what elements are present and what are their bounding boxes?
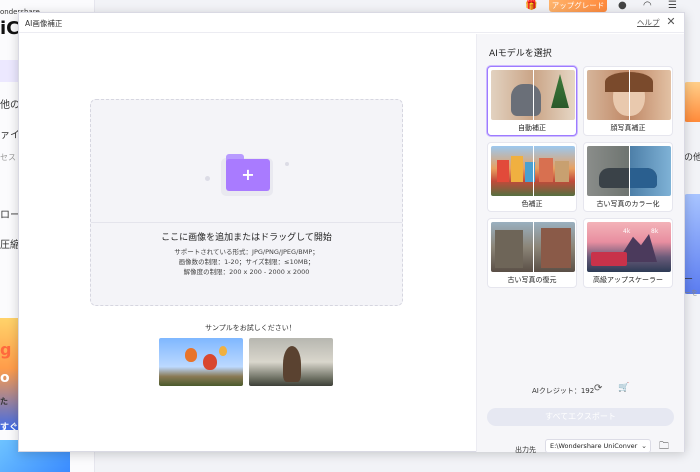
output-location-label: 出力先 bbox=[515, 446, 536, 454]
bg-banner-text: すぐ bbox=[0, 423, 19, 433]
tree-shape bbox=[551, 74, 569, 108]
model-label: 高級アップスケーラー bbox=[593, 276, 663, 284]
chevron-down-icon: ⌄ bbox=[641, 442, 647, 450]
model-card-old-photo-restore[interactable]: 古い写真の復元 bbox=[487, 218, 577, 288]
model-thumb bbox=[587, 70, 671, 120]
image-drop-zone[interactable]: + ここに画像を追加またはドラッグして開始 サポートされている形式：JPG/PN… bbox=[90, 99, 403, 306]
house-shape bbox=[497, 160, 509, 182]
bg-sidebar-item: ロー bbox=[0, 210, 20, 221]
bg-right-text: ーを bbox=[684, 289, 698, 297]
hut-shape bbox=[591, 252, 627, 266]
add-folder-icon[interactable]: + bbox=[199, 148, 295, 204]
gift-icon[interactable]: 🎁 bbox=[525, 0, 537, 12]
model-card-upscaler[interactable]: 4k 8k 高級アップスケーラー bbox=[583, 218, 673, 288]
headset-icon[interactable]: ◠ bbox=[643, 0, 652, 12]
model-label: 色補正 bbox=[521, 200, 543, 208]
house-shape bbox=[539, 158, 553, 182]
ai-credits-text: AIクレジット：192 bbox=[532, 387, 595, 395]
sample-image-balloons[interactable] bbox=[159, 338, 243, 386]
balloon-shape bbox=[219, 346, 227, 356]
output-path-value: E:\Wondershare UniConver bbox=[550, 442, 638, 450]
bg-sidebar-active-item bbox=[0, 60, 18, 82]
balloon-shape bbox=[203, 354, 217, 370]
bg-sidebar-item: 圧縮 bbox=[0, 240, 20, 251]
sparkle-icon bbox=[285, 162, 289, 166]
house-shape bbox=[555, 161, 569, 182]
dialog-titlebar: AI画像補正 ヘルプ ✕ bbox=[19, 13, 684, 33]
help-link[interactable]: ヘルプ bbox=[637, 17, 660, 28]
bg-sidebar-item: セス bbox=[0, 153, 16, 162]
model-label: 顔写真補正 bbox=[610, 124, 646, 132]
model-label: 自動補正 bbox=[518, 124, 546, 132]
supported-formats-text: サポートされている形式：JPG/PNG/JPEG/BMP； bbox=[174, 248, 319, 256]
bg-banner-text: た bbox=[0, 397, 8, 406]
cat-shape bbox=[511, 84, 541, 116]
compare-split-line bbox=[533, 222, 534, 272]
upscale-badge-8k: 8k bbox=[651, 228, 659, 235]
model-thumb bbox=[491, 70, 575, 120]
model-label: 古い写真のカラー化 bbox=[596, 200, 660, 208]
house-shape bbox=[511, 156, 523, 182]
model-card-face-enhance[interactable]: 顔写真補正 bbox=[583, 66, 673, 136]
bg-right-text: の他 bbox=[684, 153, 700, 163]
compare-split-line bbox=[629, 146, 630, 196]
bg-right-text: ー bbox=[684, 275, 694, 285]
ai-image-enhance-dialog: AI画像補正 ヘルプ ✕ + ここに画像を追加またはドラッグして開始 サポートさ… bbox=[18, 12, 685, 454]
compare-split-line bbox=[533, 146, 534, 196]
menu-icon[interactable]: ☰ bbox=[668, 0, 677, 12]
model-card-colorize[interactable]: 古い写真のカラー化 bbox=[583, 142, 673, 212]
model-thumb bbox=[587, 146, 671, 196]
model-card-color-correction[interactable]: 色補正 bbox=[487, 142, 577, 212]
model-thumb: 4k 8k bbox=[587, 222, 671, 272]
plus-icon: + bbox=[241, 165, 255, 184]
bg-sidebar-item: 他の bbox=[0, 100, 20, 111]
model-label: 古い写真の復元 bbox=[507, 276, 557, 284]
balloon-shape bbox=[185, 348, 197, 362]
open-folder-icon[interactable]: 🗀 bbox=[659, 439, 669, 456]
car-colored-shape bbox=[630, 168, 657, 188]
export-all-button[interactable]: すべてエクスポート bbox=[487, 408, 674, 426]
dialog-title: AI画像補正 bbox=[25, 19, 63, 28]
limits-text: 画像数の制限：1-20；サイズ制限：≤10MB； bbox=[178, 258, 315, 266]
resolution-text: 解像度の制限：200 x 200 - 2000 x 2000 bbox=[183, 268, 310, 276]
drop-zone-divider bbox=[91, 222, 402, 223]
compare-split-line bbox=[629, 70, 630, 120]
person-shape bbox=[283, 346, 301, 382]
sparkle-icon bbox=[205, 176, 210, 181]
drop-zone-title: ここに画像を追加またはドラッグして開始 bbox=[161, 233, 332, 243]
panel-heading: AIモデルを選択 bbox=[489, 49, 552, 59]
building-shape bbox=[541, 228, 571, 268]
building-shape bbox=[495, 230, 523, 268]
cart-icon[interactable]: 🛒 bbox=[618, 383, 629, 393]
output-location-select[interactable]: E:\Wondershare UniConver ⌄ bbox=[545, 439, 651, 453]
refresh-icon[interactable]: ⟳ bbox=[594, 383, 602, 394]
user-icon[interactable]: ● bbox=[618, 0, 627, 12]
bg-right-card bbox=[684, 82, 700, 122]
upgrade-button[interactable]: アップグレード bbox=[549, 0, 607, 12]
ai-model-panel: AIモデルを選択 自動補正 顔写真補正 色補正 古い写真のカラー化 古い写真の復… bbox=[476, 34, 684, 454]
bg-logo: iC bbox=[0, 18, 20, 39]
sample-image-person[interactable] bbox=[249, 338, 333, 386]
compare-split-line bbox=[533, 70, 534, 120]
model-thumb bbox=[491, 222, 575, 272]
model-thumb bbox=[491, 146, 575, 196]
bg-banner-text: o bbox=[0, 370, 10, 386]
model-card-auto-enhance[interactable]: 自動補正 bbox=[487, 66, 577, 136]
upscale-badge-4k: 4k bbox=[623, 228, 631, 235]
close-button[interactable]: ✕ bbox=[664, 15, 678, 29]
bg-banner-text: g bbox=[0, 340, 12, 359]
sample-label: サンプルをお試しください！ bbox=[205, 324, 296, 332]
